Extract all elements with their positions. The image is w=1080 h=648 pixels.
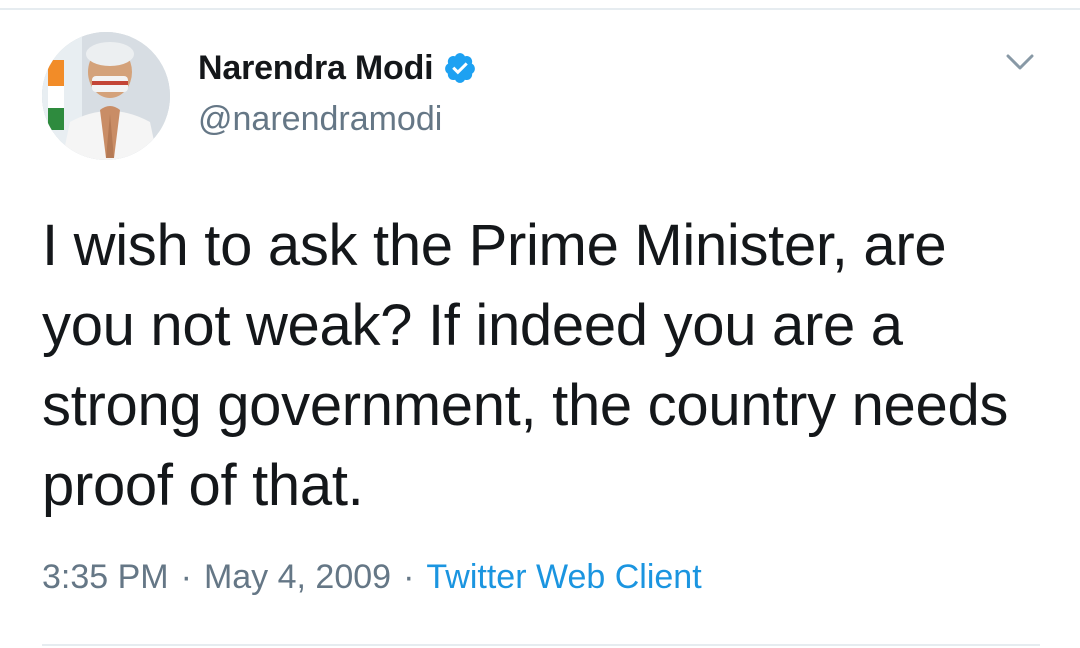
chevron-down-icon[interactable] [1000, 46, 1040, 80]
bottom-divider [42, 644, 1040, 646]
tweet-meta: 3:35 PM · May 4, 2009 · Twitter Web Clie… [42, 558, 702, 597]
author-name[interactable]: Narendra Modi [198, 49, 434, 88]
author-name-row: Narendra Modi [198, 48, 477, 88]
avatar-image [42, 32, 170, 160]
tweet-source-link[interactable]: Twitter Web Client [426, 558, 701, 597]
author-handle[interactable]: @narendramodi [198, 100, 442, 139]
verified-badge-icon [443, 51, 477, 85]
avatar[interactable] [42, 32, 170, 160]
tweet-card: Narendra Modi @narendramodi I wish to as… [0, 0, 1080, 648]
meta-separator: · [180, 558, 192, 596]
tweet-text: I wish to ask the Prime Minister, are yo… [42, 213, 1009, 518]
tweet-time[interactable]: 3:35 PM [42, 558, 169, 597]
meta-separator: · [403, 558, 415, 596]
tweet-date[interactable]: May 4, 2009 [204, 558, 391, 597]
